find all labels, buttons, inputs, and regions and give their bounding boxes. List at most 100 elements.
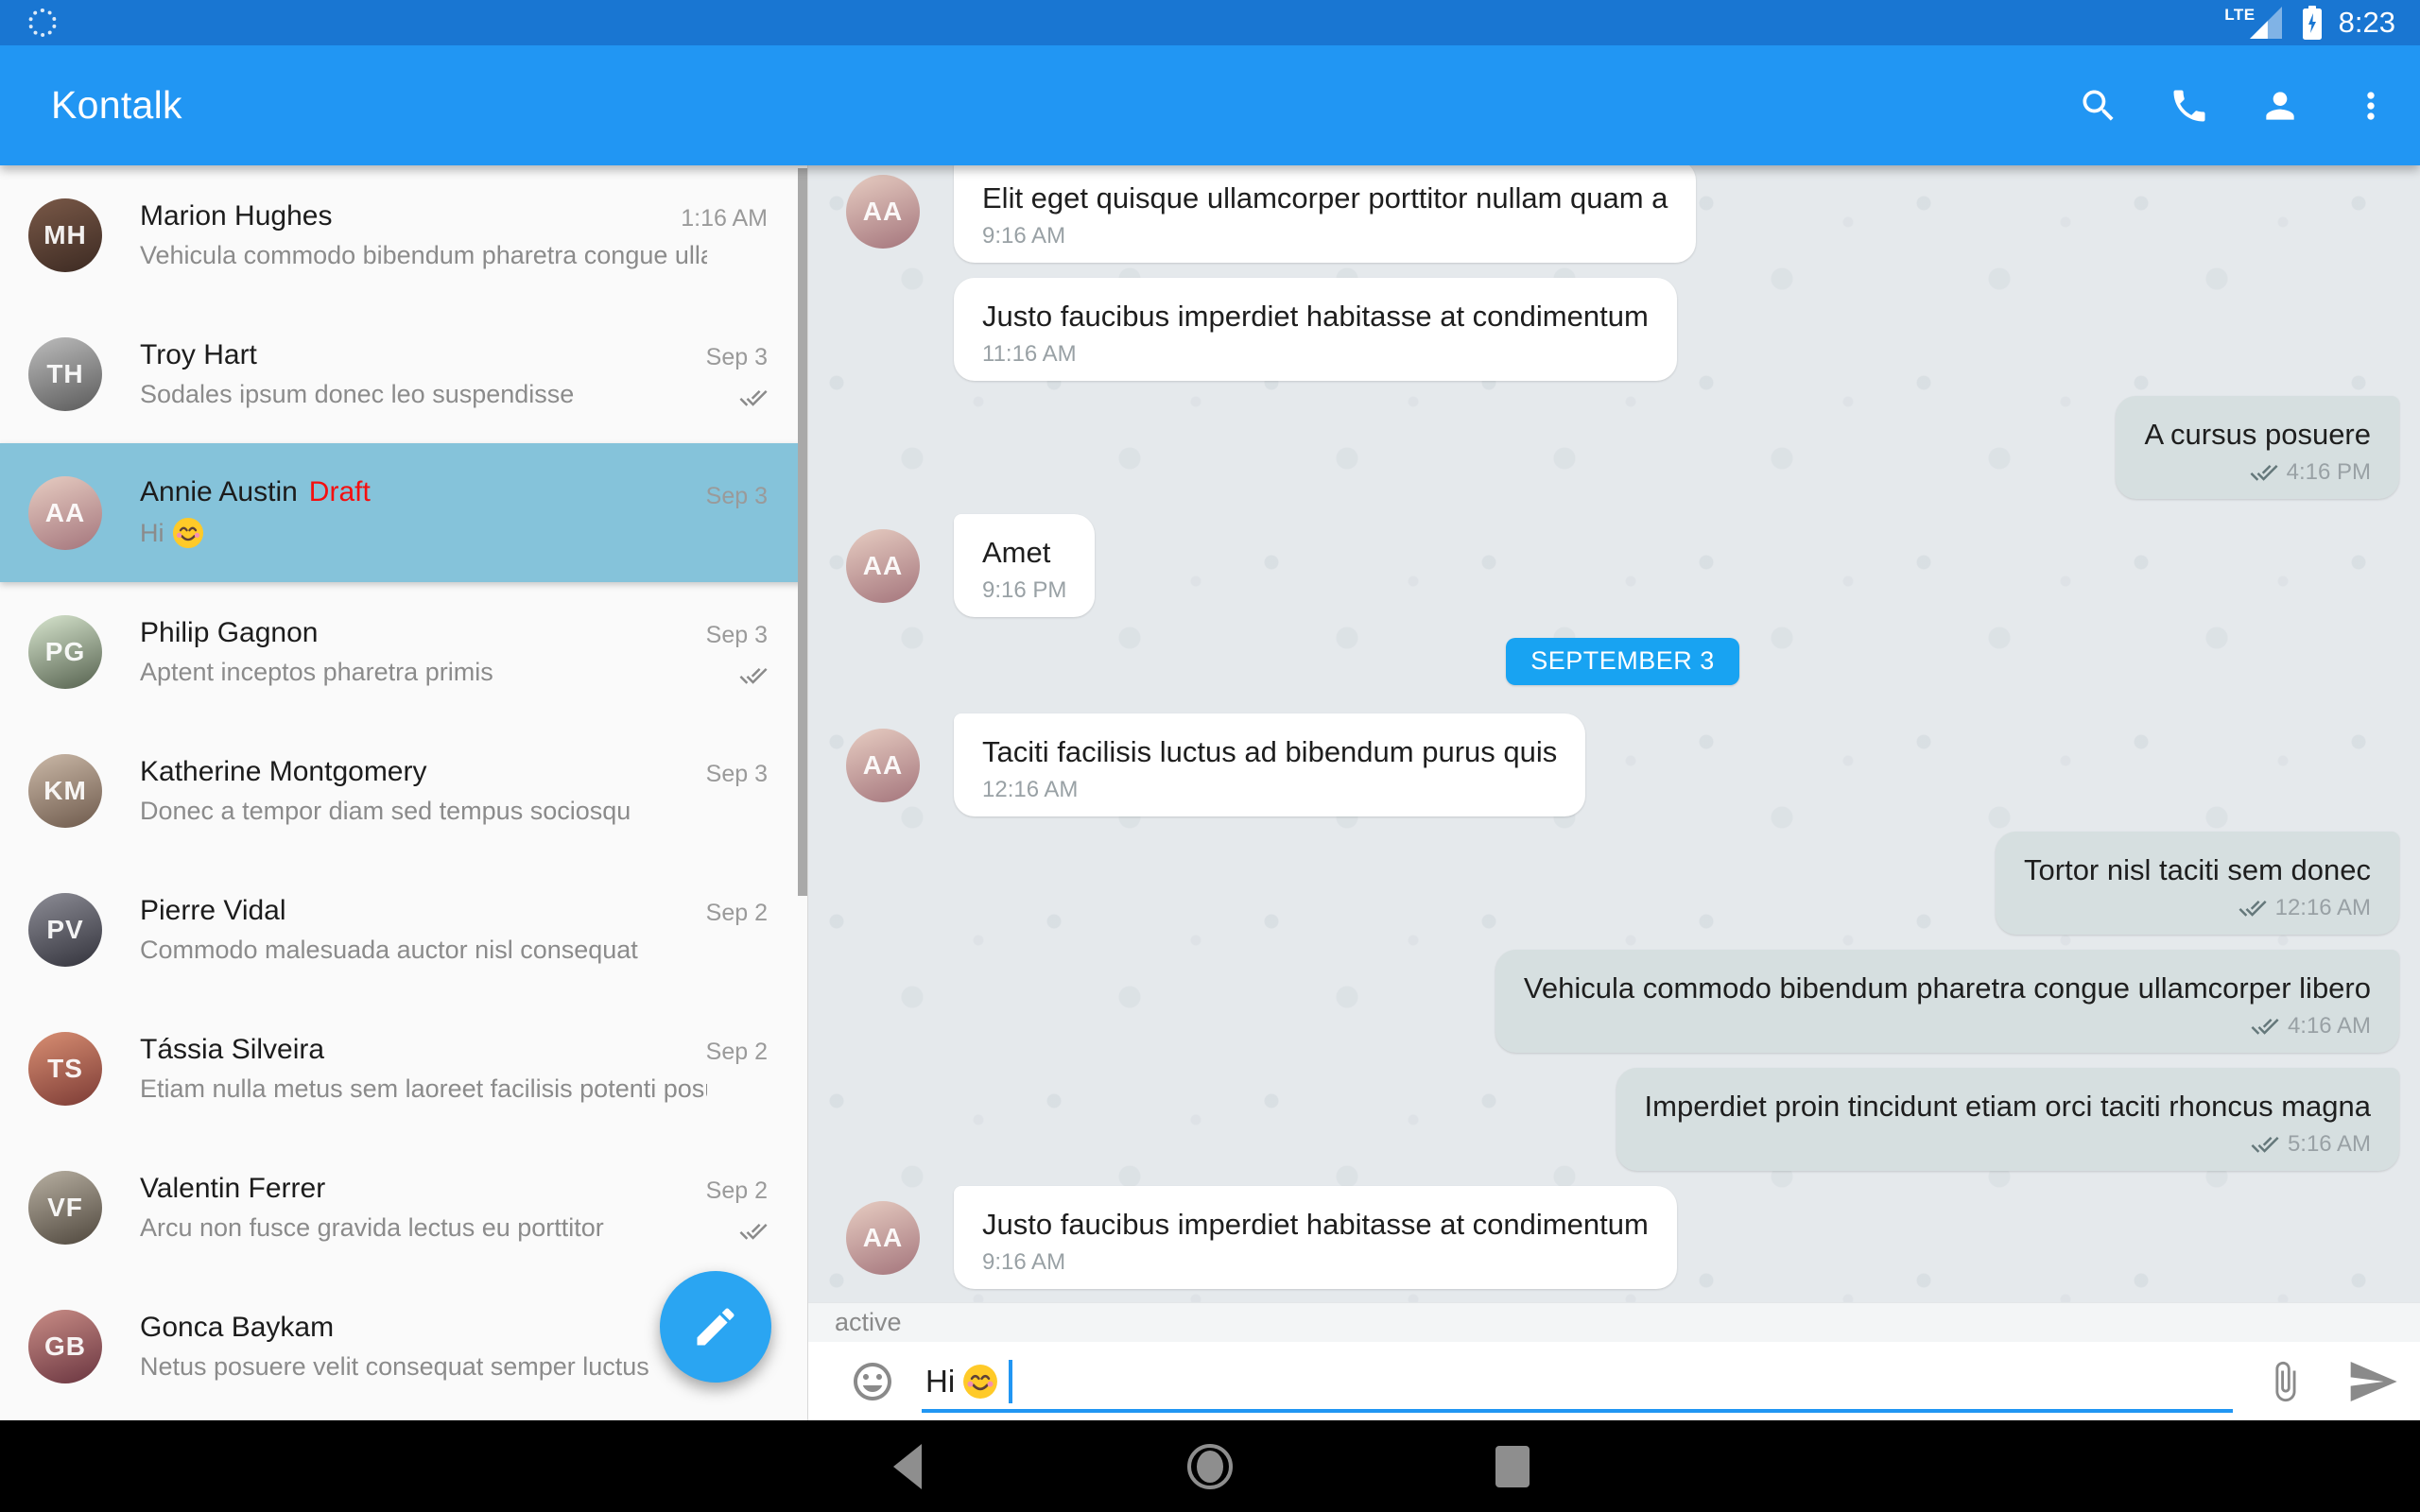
message-preview: Hi xyxy=(140,517,371,549)
contact-avatar[interactable]: AA xyxy=(28,476,102,550)
message-time: 11:16 AM xyxy=(982,339,1649,369)
conversation-time: Sep 3 xyxy=(706,344,768,371)
conversation-list-item[interactable]: TS Tássia Silveira Etiam nulla metus sem… xyxy=(0,999,807,1138)
contact-avatar[interactable]: AA xyxy=(846,729,920,802)
contact-avatar[interactable]: VF xyxy=(28,1171,102,1245)
conversation-time: Sep 3 xyxy=(706,761,768,788)
incoming-message-bubble[interactable]: Elit eget quisque ullamcorper porttitor … xyxy=(954,165,1696,263)
input-underline xyxy=(922,1409,2233,1413)
message-time: 12:16 AM xyxy=(982,775,1557,804)
emoji-picker-icon[interactable] xyxy=(850,1359,895,1404)
contact-avatar[interactable]: MH xyxy=(28,198,102,272)
delivered-checks-icon xyxy=(2251,1130,2279,1159)
phone-icon[interactable] xyxy=(2169,85,2210,127)
incoming-message-row: AA Taciti facilisis luctus ad bibendum p… xyxy=(846,713,2399,816)
conversation-time: Sep 2 xyxy=(706,900,768,927)
contact-name: Annie Austin xyxy=(140,476,298,508)
message-text: Vehicula commodo bibendum pharetra congu… xyxy=(1524,969,2371,1007)
conversation-list-item[interactable]: TH Troy Hart Sodales ipsum donec leo sus… xyxy=(0,304,807,443)
app-bar: Kontalk xyxy=(0,45,2420,165)
contact-name: Katherine Montgomery xyxy=(140,756,427,788)
presence-strip: active xyxy=(808,1302,2420,1342)
message-text: Elit eget quisque ullamcorper porttitor … xyxy=(982,179,1668,217)
message-preview: Sodales ipsum donec leo suspendisse xyxy=(140,380,574,409)
message-preview: Etiam nulla metus sem laoreet facilisis … xyxy=(140,1074,707,1104)
conversation-list-item[interactable]: KM Katherine Montgomery Donec a tempor d… xyxy=(0,721,807,860)
contact-name: Pierre Vidal xyxy=(140,895,286,927)
conversation-list-item[interactable]: PV Pierre Vidal Commodo malesuada auctor… xyxy=(0,860,807,999)
incoming-message-row: AA Justo faucibus imperdiet habitasse at… xyxy=(846,1186,2399,1289)
contact-avatar[interactable]: PG xyxy=(28,615,102,689)
battery-charging-icon xyxy=(2303,6,2322,40)
list-scrollbar[interactable] xyxy=(798,168,807,896)
attach-file-icon[interactable] xyxy=(2263,1360,2307,1403)
message-input[interactable]: Hi xyxy=(925,1360,1012,1403)
incoming-message-row: AA Elit eget quisque ullamcorper porttit… xyxy=(846,165,2399,263)
compose-fab-button[interactable] xyxy=(660,1271,771,1383)
incoming-message-row: Justo faucibus imperdiet habitasse at co… xyxy=(846,278,2399,381)
contact-name: Valentin Ferrer xyxy=(140,1173,325,1205)
send-icon[interactable] xyxy=(2346,1355,2399,1408)
outgoing-message-row: Imperdiet proin tincidunt etiam orci tac… xyxy=(846,1068,2399,1171)
smiling-emoji-icon xyxy=(962,1364,998,1400)
overflow-menu-icon[interactable] xyxy=(2350,85,2392,127)
date-separator-row: SEPTEMBER 3 xyxy=(846,638,2399,685)
back-icon xyxy=(893,1444,922,1489)
message-text: Taciti facilisis luctus ad bibendum puru… xyxy=(982,732,1557,771)
conversation-list-item[interactable]: AA Annie Austin Draft Hi Sep 3 xyxy=(0,443,807,582)
incoming-message-bubble[interactable]: Justo faucibus imperdiet habitasse at co… xyxy=(954,278,1677,381)
nav-recents-button[interactable] xyxy=(1437,1420,1588,1512)
message-preview: Donec a tempor diam sed tempus sociosqu xyxy=(140,797,631,826)
draft-text: Hi xyxy=(925,1364,955,1400)
incoming-message-bubble[interactable]: Taciti facilisis luctus ad bibendum puru… xyxy=(954,713,1585,816)
nav-home-button[interactable] xyxy=(1134,1420,1286,1512)
contact-avatar[interactable]: AA xyxy=(846,529,920,603)
delivered-checks-icon xyxy=(2238,894,2267,922)
incoming-message-bubble[interactable]: Amet 9:16 PM xyxy=(954,514,1095,617)
conversation-list-item[interactable]: PG Philip Gagnon Aptent inceptos pharetr… xyxy=(0,582,807,721)
outgoing-message-row: Vehicula commodo bibendum pharetra congu… xyxy=(846,950,2399,1053)
message-text: Tortor nisl taciti sem donec xyxy=(2024,850,2371,889)
contact-avatar[interactable]: PV xyxy=(28,893,102,967)
draft-label: Draft xyxy=(309,476,371,508)
delivered-checks-icon xyxy=(739,662,768,690)
kontalk-app-screen: LTE 8:23 Kontalk MH xyxy=(0,0,2420,1512)
contact-avatar[interactable]: AA xyxy=(846,1201,920,1275)
incoming-message-bubble[interactable]: Justo faucibus imperdiet habitasse at co… xyxy=(954,1186,1677,1289)
search-icon[interactable] xyxy=(2078,85,2119,127)
delivered-checks-icon xyxy=(739,1217,768,1246)
message-time: 5:16 AM xyxy=(2288,1129,2371,1159)
outgoing-message-bubble[interactable]: A cursus posuere 4:16 PM xyxy=(2116,396,2399,499)
message-time: 4:16 AM xyxy=(2288,1011,2371,1040)
outgoing-message-row: Tortor nisl taciti sem donec 12:16 AM xyxy=(846,832,2399,935)
contact-avatar[interactable]: GB xyxy=(28,1310,102,1383)
message-text: Justo faucibus imperdiet habitasse at co… xyxy=(982,297,1649,335)
network-type-label: LTE xyxy=(2224,6,2255,25)
contact-avatar[interactable]: AA xyxy=(846,175,920,249)
conversation-list-item[interactable]: MH Marion Hughes Vehicula commodo bibend… xyxy=(0,165,807,304)
android-nav-bar xyxy=(0,1420,2420,1512)
outgoing-message-row: A cursus posuere 4:16 PM xyxy=(846,396,2399,499)
chat-panel: 4:16 AM AA Elit eget quisque ullamcorper… xyxy=(808,165,2420,1420)
message-list: 4:16 AM AA Elit eget quisque ullamcorper… xyxy=(808,165,2420,1302)
contact-avatar[interactable]: KM xyxy=(28,754,102,828)
message-preview: Vehicula commodo bibendum pharetra congu… xyxy=(140,241,707,270)
message-text: Amet xyxy=(982,533,1066,572)
sync-spinner-icon xyxy=(28,9,57,37)
nav-back-button[interactable] xyxy=(832,1420,983,1512)
clock: 8:23 xyxy=(2339,6,2395,40)
outgoing-message-bubble[interactable]: Vehicula commodo bibendum pharetra congu… xyxy=(1495,950,2399,1053)
conversation-list-item[interactable]: VF Valentin Ferrer Arcu non fusce gravid… xyxy=(0,1138,807,1277)
app-bar-actions xyxy=(2078,85,2392,127)
contact-name: Tássia Silveira xyxy=(140,1034,324,1066)
message-time: 9:16 AM xyxy=(982,221,1668,250)
outgoing-message-bubble[interactable]: Tortor nisl taciti sem donec 12:16 AM xyxy=(1996,832,2399,935)
message-text: A cursus posuere xyxy=(2144,415,2371,454)
person-icon[interactable] xyxy=(2259,85,2301,127)
contact-avatar[interactable]: TH xyxy=(28,337,102,411)
conversation-list: MH Marion Hughes Vehicula commodo bibend… xyxy=(0,165,807,1416)
message-preview: Commodo malesuada auctor nisl consequat xyxy=(140,936,638,965)
main-content: MH Marion Hughes Vehicula commodo bibend… xyxy=(0,165,2420,1420)
outgoing-message-bubble[interactable]: Imperdiet proin tincidunt etiam orci tac… xyxy=(1616,1068,2399,1171)
contact-avatar[interactable]: TS xyxy=(28,1032,102,1106)
